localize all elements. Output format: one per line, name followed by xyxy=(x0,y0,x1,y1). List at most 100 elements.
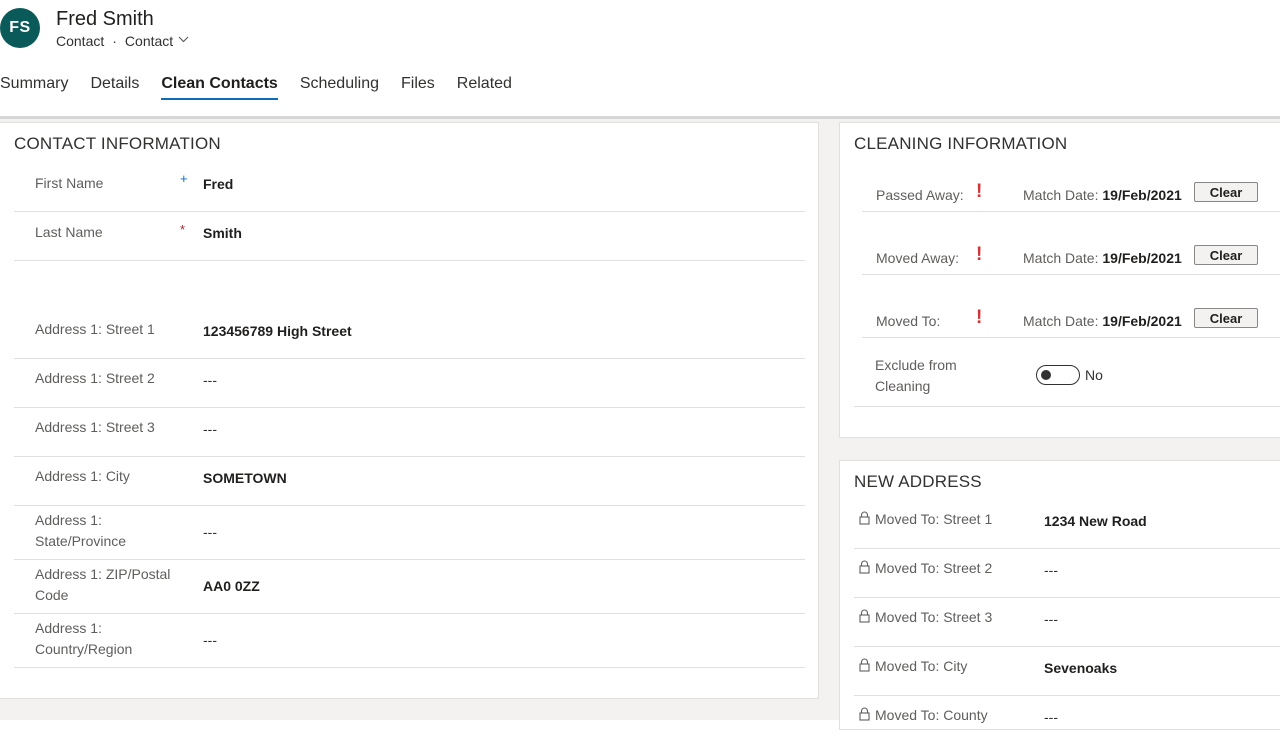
exclude-label-line2: Cleaning xyxy=(875,378,931,394)
tab-related[interactable]: Related xyxy=(457,74,512,102)
tab-scheduling[interactable]: Scheduling xyxy=(300,74,379,102)
record-subtitle: Contact · Contact xyxy=(56,33,189,49)
tab-files[interactable]: Files xyxy=(401,74,435,102)
zip-value[interactable]: AA0 0ZZ xyxy=(203,578,260,594)
match-date-value: 19/Feb/2021 xyxy=(1102,250,1182,266)
field-zip: Address 1: ZIP/Postal Code AA0 0ZZ xyxy=(14,560,805,614)
entity-name: Contact xyxy=(56,33,105,49)
street3-label: Address 1: Street 3 xyxy=(35,419,155,435)
section-title-contact: CONTACT INFORMATION xyxy=(14,134,221,153)
moved-away-row: Moved Away: ! Match Date: 19/Feb/2021 Cl… xyxy=(862,244,1280,275)
country-label-line2: Country/Region xyxy=(35,641,133,657)
lock-icon xyxy=(859,511,870,525)
record-title: Fred Smith xyxy=(56,8,154,30)
moved-to-city-label: Moved To: City xyxy=(875,658,968,674)
match-date-value: 19/Feb/2021 xyxy=(1102,187,1182,203)
moved-to-street2-row: Moved To: Street 2 --- xyxy=(854,549,1280,598)
cleaning-information-section: CLEANING INFORMATION Passed Away: ! Matc… xyxy=(839,122,1280,438)
clear-passed-away-button[interactable]: Clear xyxy=(1194,182,1258,202)
form-selector-label: Contact xyxy=(124,33,174,49)
street1-value[interactable]: 123456789 High Street xyxy=(203,323,352,339)
moved-to-street2-value: --- xyxy=(1044,562,1058,578)
field-street1: Address 1: Street 1 123456789 High Stree… xyxy=(14,310,805,359)
field-last-name: Last Name * Smith xyxy=(14,212,805,261)
section-title-cleaning: CLEANING INFORMATION xyxy=(854,134,1068,153)
chevron-down-icon xyxy=(178,36,189,43)
street1-label: Address 1: Street 1 xyxy=(35,321,155,337)
state-label-line2: State/Province xyxy=(35,533,127,549)
moved-to-street2-label: Moved To: Street 2 xyxy=(875,560,993,576)
form-selector[interactable]: Contact xyxy=(125,33,189,49)
separator-dot: · xyxy=(112,33,117,49)
tab-clean-contacts[interactable]: Clean Contacts xyxy=(161,74,279,102)
moved-to-city-value: Sevenoaks xyxy=(1044,660,1118,676)
street3-value[interactable]: --- xyxy=(203,421,217,437)
clear-moved-to-button[interactable]: Clear xyxy=(1194,308,1258,328)
recommended-indicator: + xyxy=(180,171,188,186)
avatar-initials: FS xyxy=(9,19,31,36)
moved-to-county-row: Moved To: County --- xyxy=(854,696,1280,745)
field-city: Address 1: City SOMETOWN xyxy=(14,457,805,506)
passed-away-label: Passed Away: xyxy=(876,187,964,203)
zip-label: Address 1: ZIP/Postal Code xyxy=(35,564,170,606)
moved-away-match: Match Date: 19/Feb/2021 xyxy=(1023,250,1182,266)
city-label: Address 1: City xyxy=(35,468,130,484)
lock-icon xyxy=(859,609,870,623)
first-name-value[interactable]: Fred xyxy=(203,176,233,192)
tab-details[interactable]: Details xyxy=(90,74,139,102)
warning-icon: ! xyxy=(976,181,983,202)
warning-icon: ! xyxy=(976,244,983,265)
match-date-label: Match Date: xyxy=(1023,313,1099,329)
zip-label-line2: Code xyxy=(35,587,69,603)
exclude-toggle[interactable] xyxy=(1036,365,1080,385)
exclude-label-line1: Exclude from xyxy=(875,357,957,373)
lock-icon xyxy=(859,707,870,721)
state-value[interactable]: --- xyxy=(203,524,217,540)
warning-icon: ! xyxy=(976,307,983,328)
tab-summary[interactable]: Summary xyxy=(0,74,68,102)
street2-value[interactable]: --- xyxy=(203,372,217,388)
toggle-knob xyxy=(1041,370,1051,380)
match-date-label: Match Date: xyxy=(1023,250,1099,266)
first-name-label: First Name xyxy=(35,175,104,191)
avatar: FS xyxy=(0,8,40,48)
field-first-name: First Name + Fred xyxy=(14,163,805,212)
moved-to-match: Match Date: 19/Feb/2021 xyxy=(1023,313,1182,329)
exclude-toggle-value: No xyxy=(1085,367,1103,383)
lock-icon xyxy=(859,658,870,672)
moved-to-county-label: Moved To: County xyxy=(875,707,988,723)
moved-to-street1-row: Moved To: Street 1 1234 New Road xyxy=(854,500,1280,549)
match-date-label: Match Date: xyxy=(1023,187,1099,203)
country-label: Address 1: Country/Region xyxy=(35,618,132,660)
state-label: Address 1: State/Province xyxy=(35,510,126,552)
zip-label-line1: Address 1: ZIP/Postal xyxy=(35,566,171,582)
last-name-value[interactable]: Smith xyxy=(203,225,242,241)
new-address-section: NEW ADDRESS Moved To: Street 1 1234 New … xyxy=(839,460,1280,730)
moved-away-label: Moved Away: xyxy=(876,250,960,266)
country-value[interactable]: --- xyxy=(203,632,217,648)
field-country: Address 1: Country/Region --- xyxy=(14,614,805,668)
clear-moved-away-button[interactable]: Clear xyxy=(1194,245,1258,265)
country-label-line1: Address 1: xyxy=(35,620,102,636)
moved-to-street3-row: Moved To: Street 3 --- xyxy=(854,598,1280,647)
state-label-line1: Address 1: xyxy=(35,512,102,528)
passed-away-row: Passed Away: ! Match Date: 19/Feb/2021 C… xyxy=(862,181,1280,212)
match-date-value: 19/Feb/2021 xyxy=(1102,313,1182,329)
moved-to-row: Moved To: ! Match Date: 19/Feb/2021 Clea… xyxy=(862,307,1280,338)
contact-information-section: CONTACT INFORMATION First Name + Fred La… xyxy=(0,122,819,699)
moved-to-label: Moved To: xyxy=(876,313,941,329)
moved-to-street1-label: Moved To: Street 1 xyxy=(875,511,993,527)
field-street3: Address 1: Street 3 --- xyxy=(14,408,805,457)
moved-to-city-row: Moved To: City Sevenoaks xyxy=(854,647,1280,696)
moved-to-street3-value: --- xyxy=(1044,611,1058,627)
last-name-label: Last Name xyxy=(35,224,103,240)
moved-to-street1-value: 1234 New Road xyxy=(1044,513,1147,529)
lock-icon xyxy=(859,560,870,574)
moved-to-county-value: --- xyxy=(1044,709,1058,725)
field-street2: Address 1: Street 2 --- xyxy=(14,359,805,408)
field-state: Address 1: State/Province --- xyxy=(14,506,805,560)
passed-away-match: Match Date: 19/Feb/2021 xyxy=(1023,187,1182,203)
tab-list: Summary Details Clean Contacts Schedulin… xyxy=(0,74,534,104)
section-title-new-address: NEW ADDRESS xyxy=(854,472,982,491)
city-value[interactable]: SOMETOWN xyxy=(203,470,287,486)
